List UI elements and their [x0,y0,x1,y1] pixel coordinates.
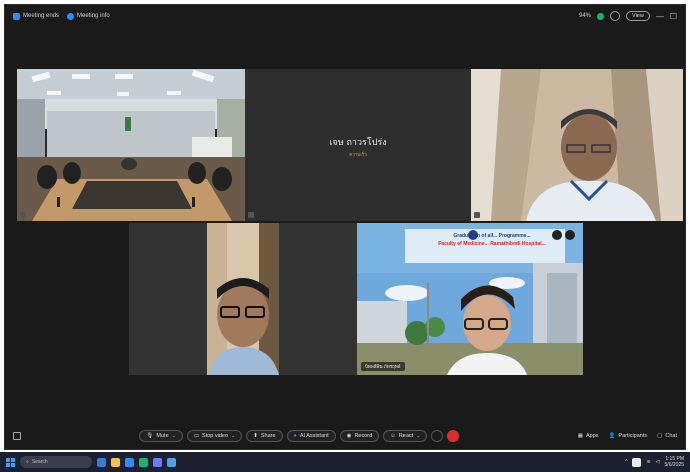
info-icon [67,12,75,20]
mic-icon: 🎙 [146,433,154,439]
ai-assistant-label: AI Assistant [299,433,329,439]
record-button[interactable]: ◉ Record [339,430,380,442]
participant-video [129,223,357,375]
app-icon[interactable] [139,457,148,467]
maximize-button[interactable]: ☐ [670,12,677,21]
mic-indicator-icon [248,212,254,218]
file-explorer-icon[interactable] [111,457,120,467]
conference-room-image [17,69,245,221]
chat-button[interactable]: ▢ Chat [657,433,677,439]
meeting-window: Meeting ends Meeting info 94% View — ☐ เ… [4,4,686,450]
more-button[interactable] [431,430,444,442]
video-tile-participant-3[interactable] [471,69,683,221]
participant-video [471,69,683,221]
chat-label: Chat [665,433,677,439]
apps-button[interactable]: ▦ Apps [578,433,599,439]
apps-icon: ▦ [577,433,583,439]
banner-line-2: Faculty of Medicine... Ramathibodi Hospi… [438,241,546,247]
meeting-info-label: Meeting info [77,13,110,19]
settings-icon[interactable] [610,11,620,21]
signal-text: 94% [578,13,591,19]
windows-start-icon[interactable] [6,457,15,467]
taskbar-search[interactable]: ⌕ Search [20,456,92,468]
record-icon: ◉ [346,433,352,439]
record-label: Record [354,433,373,439]
chat-icon: ▢ [657,433,663,439]
mute-label: Mute [156,433,169,439]
video-tile-name-only[interactable]: เจษ ถาวรโปร่ง ความเร็ว [245,69,471,221]
right-tools: ▦ Apps 👤 Participants ▢ Chat [578,433,677,439]
edge-icon[interactable] [125,457,134,467]
task-view-icon[interactable] [97,457,106,467]
minimize-button[interactable]: — [656,12,664,21]
stop-video-label: Stop video [202,433,229,439]
shield-icon [13,12,20,20]
store-icon[interactable] [167,457,176,467]
share-button[interactable]: ⬆ Share [246,430,283,442]
search-label: Search [31,459,48,465]
title-bar: Meeting ends Meeting info 94% View — ☐ [5,5,685,27]
video-icon: ▭ [193,433,200,439]
banner-line-1: Graduation of all... Programme... [453,233,531,239]
video-tile-participant-4[interactable] [129,223,357,375]
mute-button[interactable]: 🎙 Mute ⌄ [139,430,183,442]
participant-name-chip: บิดพลีพิน ภัทรฤทธ์ [361,362,405,371]
zoom-icon[interactable] [153,457,162,467]
ai-icon: ● [293,433,297,439]
chevron-down-icon[interactable]: ⌄ [416,433,420,439]
video-tile-participant-5[interactable]: Graduation of all... Programme... Facult… [357,223,583,375]
view-button[interactable]: View [626,11,650,21]
share-icon: ⬆ [253,433,258,439]
system-tray: ^ ≋ ◁ 1:15 PM 5/6/2025 [625,456,684,468]
meeting-ends-item[interactable]: Meeting ends [13,12,60,20]
os-taskbar: ⌕ Search ^ ≋ ◁ 1:15 PM 5/6/2025 [0,452,690,472]
chevron-down-icon[interactable]: ⌄ [231,433,235,439]
participant-subtitle: ความเร็ว [349,152,367,157]
meeting-info-item[interactable]: Meeting info [67,12,110,20]
connection-icon [597,12,604,20]
toolbar-controls: 🎙 Mute ⌄ ▭ Stop video ⌄ ⬆ Share ● AI Ass… [139,430,460,442]
captions-icon[interactable] [13,432,21,440]
participants-label: Participants [618,433,648,439]
volume-icon[interactable]: ◁ [656,459,660,465]
people-icon: 👤 [608,433,616,439]
share-label: Share [260,433,276,439]
wifi-icon[interactable]: ≋ [646,459,650,465]
clock-date: 5/6/2025 [664,462,684,468]
clock[interactable]: 1:15 PM 5/6/2025 [665,456,684,468]
stop-video-button[interactable]: ▭ Stop video ⌄ [186,430,243,442]
chevron-down-icon[interactable]: ⌄ [172,433,176,439]
react-icon: ☺ [390,433,396,439]
participant-name: เจษ ถาวรโปร่ง [329,138,387,148]
mic-indicator-icon [474,212,480,218]
banner-text: Graduation of all... Programme... Facult… [417,233,567,263]
react-label: React [398,433,414,439]
meeting-toolbar: 🎙 Mute ⌄ ▭ Stop video ⌄ ⬆ Share ● AI Ass… [5,425,685,447]
react-button[interactable]: ☺ React ⌄ [383,430,428,442]
search-icon: ⌕ [26,459,29,465]
video-tile-conference-room[interactable] [17,69,245,221]
tray-app-icon[interactable] [632,457,642,467]
participants-button[interactable]: 👤 Participants [609,433,648,439]
meeting-ends-label: Meeting ends [23,13,60,19]
ai-assistant-button[interactable]: ● AI Assistant [286,430,336,442]
mic-indicator-icon [20,212,26,218]
end-call-button[interactable] [447,430,460,442]
apps-label: Apps [586,433,599,439]
chevron-up-icon[interactable]: ^ [625,459,627,465]
